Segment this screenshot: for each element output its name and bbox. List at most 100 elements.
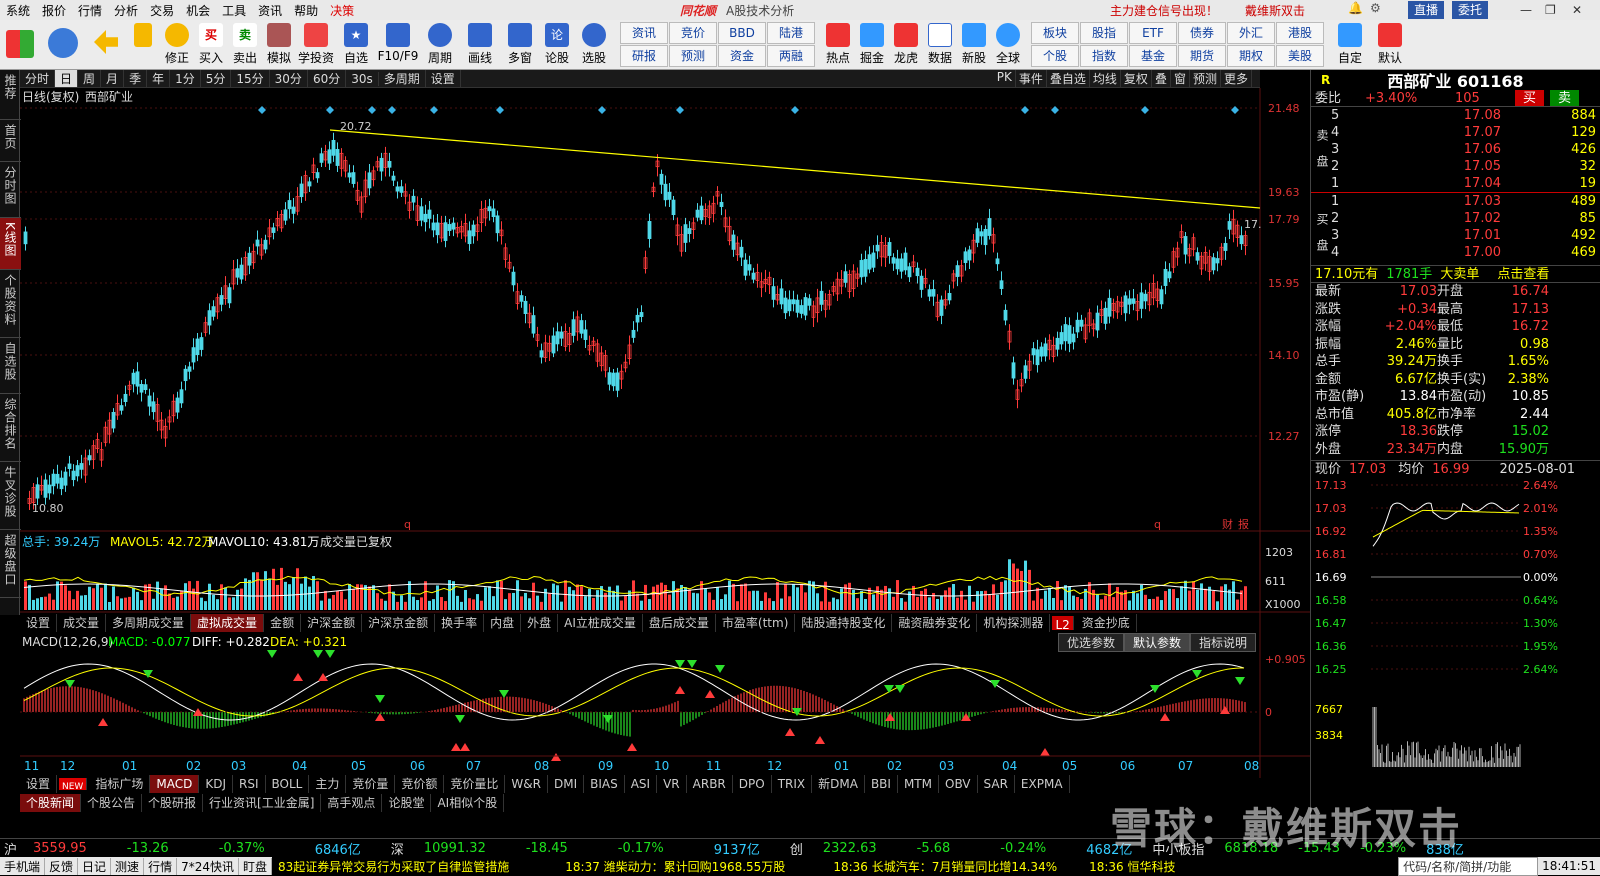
voltab-hk-holding[interactable]: 陆股通持股变化 [795,614,893,632]
ind-square[interactable]: 指标广场 [89,775,151,793]
tb-learn[interactable]: 学投资 [296,20,336,68]
ind-auction-vol[interactable]: 竞价量 [346,775,396,793]
grid-bond[interactable]: 债券 [1178,22,1226,44]
live-button[interactable]: 直播 [1408,1,1445,19]
ind-mtm[interactable]: MTM [898,775,939,793]
ind-vr[interactable]: VR [657,775,687,793]
trend-line[interactable] [329,129,1261,209]
buy-button[interactable]: 买 [1515,90,1545,106]
menu-tools[interactable]: 工具 [216,2,252,19]
period-year[interactable]: 年 [147,70,171,87]
grid-hk[interactable]: 港股 [1276,22,1324,44]
news-expert[interactable]: 高手观点 [321,794,383,812]
voltab-virtual-volume[interactable]: 虚拟成交量 [191,614,265,632]
grid-hk-connect[interactable]: 陆港 [767,22,815,44]
news-research[interactable]: 个股研报 [142,794,204,812]
trade-row[interactable]: 17.10元有 1781手 大卖单 点击查看 [1311,266,1600,283]
tb-discuss[interactable]: 论论股 [540,20,574,68]
news-ticker[interactable]: 83起证券异常交易行为采取了自律监管措施 18:37 潍柴动力：累计回购1968… [272,857,1399,875]
news-forum[interactable]: 论股堂 [382,794,432,812]
period-day[interactable]: 日 [55,70,79,87]
voltab-outer[interactable]: 外盘 [521,614,559,632]
ind-macd[interactable]: MACD [150,775,200,793]
grid-margin[interactable]: 两融 [767,45,815,67]
voltab-inner[interactable]: 内盘 [484,614,522,632]
menu-quote[interactable]: 报价 [36,2,72,19]
ind-wr[interactable]: W&R [505,775,548,793]
tb-global[interactable]: 全球 [991,20,1025,68]
grid-stock[interactable]: 个股 [1031,45,1079,67]
tb-fix[interactable]: 修正 [160,20,194,68]
back-button[interactable] [86,20,126,68]
voltab-afterhours[interactable]: 盘后成交量 [643,614,716,632]
grid-us[interactable]: 美股 [1276,45,1324,67]
event-markers[interactable] [258,106,1239,114]
period-multi[interactable]: 多周期 [379,70,426,87]
ask-level[interactable]: 4 17.07 129 [1331,124,1600,141]
notice-davis[interactable]: 戴维斯双击 [1245,2,1305,19]
period-month[interactable]: 月 [101,70,125,87]
news-ai-similar[interactable]: AI相似个股 [431,794,505,812]
tb-watchlist[interactable]: ★ 自选 [336,20,376,68]
default-params-button[interactable]: 默认参数 [1124,633,1191,652]
ind-settings[interactable]: 设置 [20,775,58,793]
opt-overlay-watch[interactable]: 叠自选 [1047,70,1090,87]
voltab-turnover[interactable]: 换手率 [435,614,485,632]
menu-opportunity[interactable]: 机会 [180,2,216,19]
period-week[interactable]: 周 [78,70,102,87]
ask-level[interactable]: 1 17.04 19 [1331,175,1600,192]
voltab-ai[interactable]: AI立桩成交量 [558,614,643,632]
grid-options[interactable]: 期权 [1227,45,1275,67]
bottom-flash[interactable]: 7*24快讯 [177,857,239,875]
bell-icon[interactable]: 🔔 [1348,1,1363,15]
bottom-diary[interactable]: 日记 [78,857,112,875]
ind-auction-ratio[interactable]: 竞价量比 [444,775,506,793]
ticker-news-1[interactable]: 83起证券异常交易行为采取了自律监管措施 [272,858,515,875]
ind-auction-amt[interactable]: 竞价额 [395,775,445,793]
ind-trix[interactable]: TRIX [772,775,813,793]
bottom-feedback[interactable]: 反馈 [45,857,79,875]
period-15min[interactable]: 15分 [231,70,270,87]
indicator-help-button[interactable]: 指标说明 [1190,633,1257,652]
tb-default[interactable]: 默认 [1370,20,1410,68]
sh-index[interactable]: 3559.95 [33,841,87,856]
tb-dig[interactable]: 掘金 [855,20,889,68]
bottom-quote[interactable]: 行情 [144,857,178,875]
bottom-watch[interactable]: 盯盘 [239,857,272,875]
ind-expma[interactable]: EXPMA [1015,775,1070,793]
opt-more[interactable]: 更多 [1221,70,1252,87]
tb-buy[interactable]: 买买入 [194,20,228,68]
close-icon[interactable]: ✕ [1572,3,1582,17]
grid-fund[interactable]: 基金 [1129,45,1177,67]
opt-events[interactable]: 事件 [1016,70,1047,87]
bid-level[interactable]: 2 17.02 85 [1331,210,1600,227]
grid-funds[interactable]: 资金 [718,45,766,67]
ind-dmi[interactable]: DMI [548,775,585,793]
voltab-settings[interactable]: 设置 [20,614,58,632]
ind-kdj[interactable]: KDJ [199,775,233,793]
updown-button[interactable] [126,20,160,68]
tb-hot[interactable]: 热点 [821,20,855,68]
grid-etf[interactable]: ETF [1129,22,1177,44]
ind-bias[interactable]: BIAS [584,775,625,793]
menu-system[interactable]: 系统 [0,2,36,19]
ind-dpo[interactable]: DPO [733,775,772,793]
period-1min[interactable]: 1分 [170,70,201,87]
ask-level[interactable]: 2 17.05 32 [1331,158,1600,175]
voltab-margin[interactable]: 融资融券变化 [892,614,978,632]
bottom-mobile[interactable]: 手机端 [0,857,46,875]
period-5min[interactable]: 5分 [201,70,232,87]
voltab-institution[interactable]: 机构探测器 [977,614,1051,632]
tb-f10[interactable]: F10/F9 [376,20,420,68]
tb-data[interactable]: 数据 [923,20,957,68]
menu-info[interactable]: 资讯 [252,2,288,19]
cy-index[interactable]: 2322.63 [823,841,877,856]
ind-bbi[interactable]: BBI [865,775,898,793]
gear-icon[interactable]: ⚙ [1370,1,1381,15]
grid-forex[interactable]: 外汇 [1227,22,1275,44]
voltab-hsj-amount[interactable]: 沪深京金额 [362,614,436,632]
notice-signal[interactable]: 主力建仓信号出现！ [1110,2,1218,19]
assistant-button[interactable] [40,20,86,68]
period-30min[interactable]: 30分 [270,70,308,87]
sell-button[interactable]: 卖 [1550,90,1580,106]
